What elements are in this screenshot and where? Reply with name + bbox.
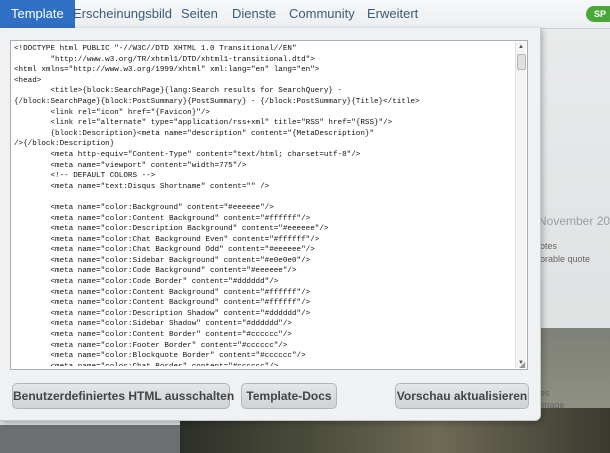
disable-custom-html-button[interactable]: Benutzerdefiniertes HTML ausschalten — [12, 383, 234, 409]
scroll-up-arrow-icon[interactable]: ▲ — [516, 42, 526, 52]
tab-template[interactable]: Template — [0, 0, 75, 28]
refresh-preview-button[interactable]: Vorschau aktualisieren — [395, 383, 529, 409]
scrollbar-thumb[interactable] — [517, 54, 526, 70]
html-code-editor[interactable]: <!DOCTYPE html PUBLIC "-//W3C//DTD XHTML… — [10, 40, 528, 370]
tab-services[interactable]: Dienste — [232, 0, 276, 28]
save-button[interactable]: SP — [586, 6, 610, 22]
html-code-text[interactable]: <!DOCTYPE html PUBLIC "-//W3C//DTD XHTML… — [14, 44, 513, 366]
tab-advanced[interactable]: Erweitert — [367, 0, 418, 28]
preview-side-image — [540, 328, 610, 408]
top-navigation: Template Erscheinungsbild Seiten Dienste… — [0, 0, 610, 29]
html-editor-panel: <!DOCTYPE html PUBLIC "-//W3C//DTD XHTML… — [0, 28, 541, 421]
resize-grip-icon[interactable]: ◢ — [519, 361, 527, 369]
tab-appearance[interactable]: Erscheinungsbild — [73, 0, 172, 28]
preview-link-quote: orable quote — [540, 254, 591, 264]
preview-date: November 20 — [538, 214, 610, 228]
preview-link-3: es — [540, 388, 550, 398]
template-docs-button[interactable]: Template-Docs — [241, 383, 337, 409]
tab-community[interactable]: Community — [289, 0, 355, 28]
editor-scrollbar[interactable]: ▲ ▼ — [515, 42, 526, 368]
tab-pages[interactable]: Seiten — [181, 0, 218, 28]
preview-link-notes: otes — [540, 241, 558, 251]
